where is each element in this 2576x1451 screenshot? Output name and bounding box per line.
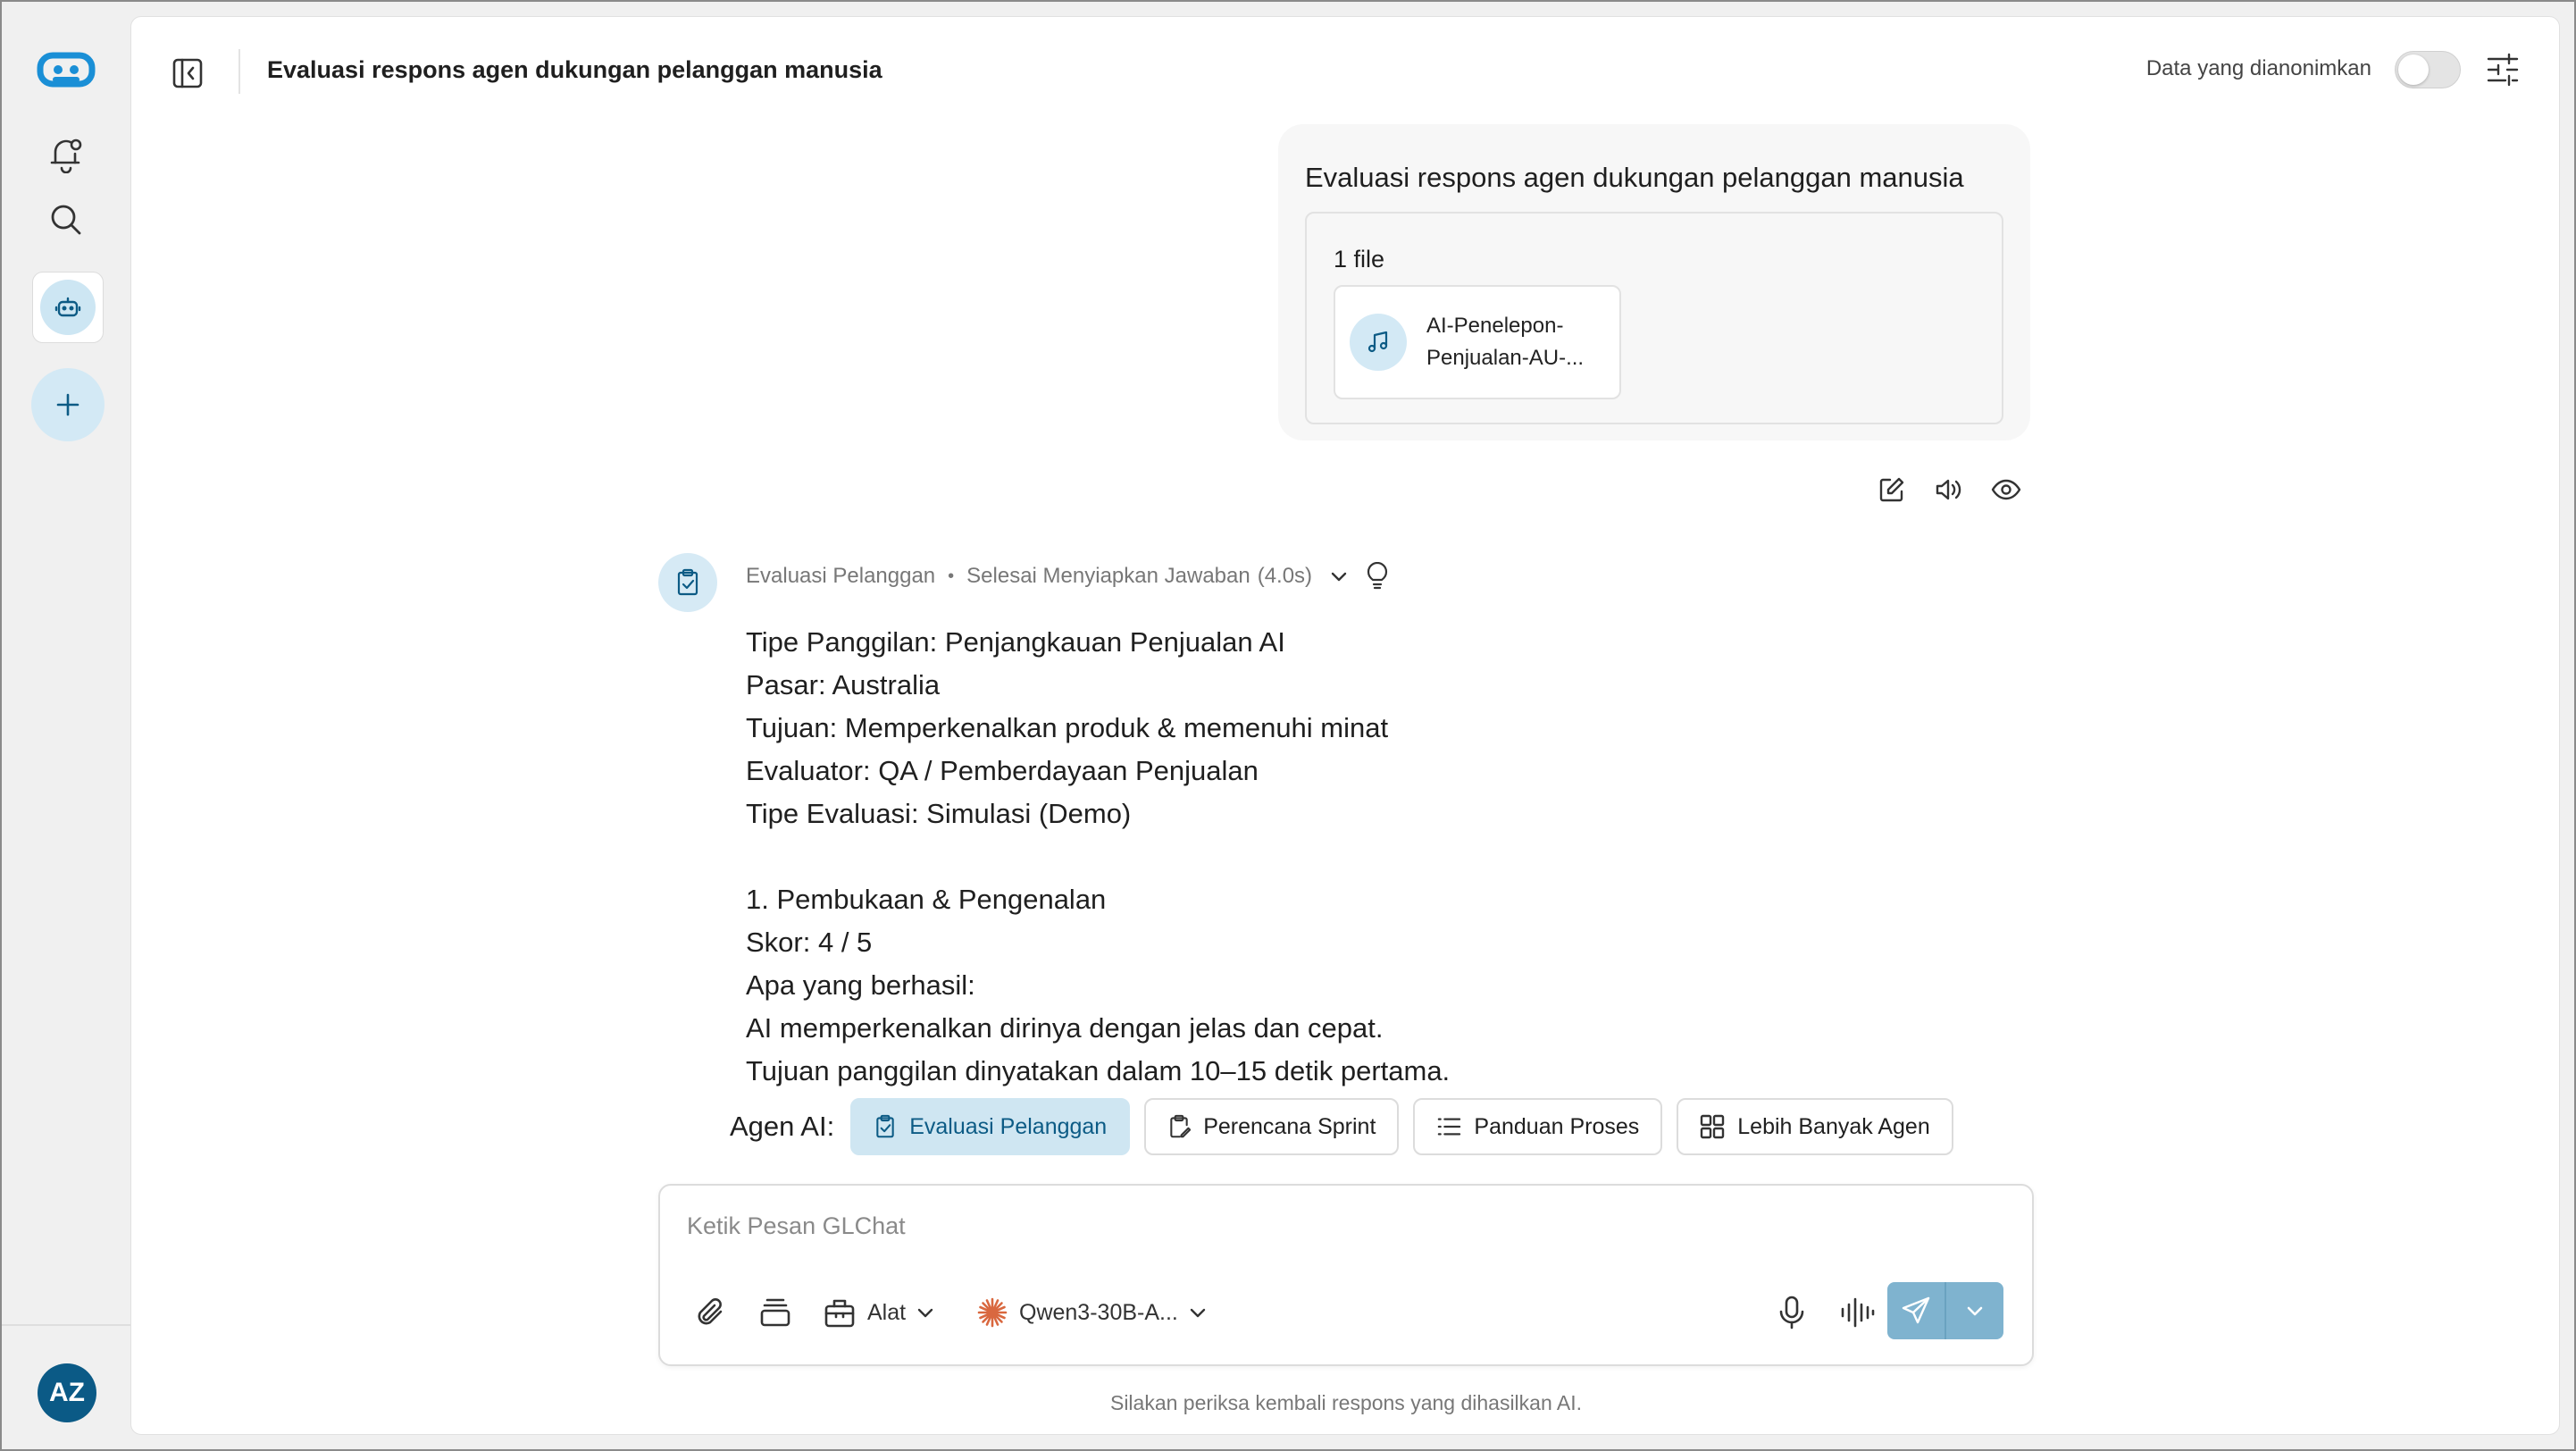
eye-icon[interactable] bbox=[1987, 471, 2025, 508]
agent-nav-button[interactable] bbox=[32, 272, 104, 343]
grid-icon bbox=[1701, 1114, 1725, 1139]
speaker-icon[interactable] bbox=[1930, 471, 1968, 508]
attached-files-panel: 1 file AI-Penelepon-Penjualan-AU-... bbox=[1305, 212, 2003, 424]
send-button-group bbox=[1887, 1282, 2003, 1339]
assistant-meta: Evaluasi Pelanggan • Selesai Menyiapkan … bbox=[746, 562, 1389, 591]
logo-icon[interactable] bbox=[2, 45, 130, 95]
toggle-knob bbox=[2398, 55, 2429, 85]
clipboard-check-icon bbox=[677, 568, 698, 596]
anonymized-data-label: Data yang dianonimkan bbox=[2145, 56, 2371, 80]
meta-separator: • bbox=[948, 566, 955, 586]
response-line: Tipe Panggilan: Penjangkauan Penjualan A… bbox=[746, 626, 1285, 658]
agent-chip-label: Evaluasi Pelanggan bbox=[909, 1113, 1108, 1139]
microphone-icon[interactable] bbox=[1777, 1289, 1807, 1336]
toggle-sidebar-icon[interactable] bbox=[167, 53, 208, 94]
new-chat-button[interactable] bbox=[31, 368, 105, 441]
agent-chip-label: Panduan Proses bbox=[1474, 1113, 1640, 1139]
plus-icon bbox=[56, 393, 79, 416]
clipboard-edit-icon bbox=[1170, 1114, 1192, 1138]
evaluation-agent-avatar bbox=[658, 553, 717, 612]
agent-chip-evaluasi-pelanggan[interactable]: Evaluasi Pelanggan bbox=[850, 1098, 1131, 1155]
page-title: Evaluasi respons agen dukungan pelanggan… bbox=[267, 56, 882, 83]
files-count-label: 1 file bbox=[1334, 246, 1385, 273]
agent-chip-panduan-proses[interactable]: Panduan Proses bbox=[1413, 1098, 1663, 1155]
anonymized-data-toggle[interactable] bbox=[2395, 51, 2461, 88]
message-composer: Alat Qwen3-30B-A... bbox=[658, 1184, 2034, 1366]
agent-icon bbox=[40, 280, 96, 335]
agent-chip-perencana-sprint[interactable]: Perencana Sprint bbox=[1144, 1098, 1400, 1155]
agent-chip-label: Perencana Sprint bbox=[1203, 1113, 1376, 1139]
lightbulb-icon[interactable] bbox=[1366, 562, 1389, 591]
chevron-down-icon bbox=[1190, 1308, 1206, 1318]
response-line: Tujuan: Memperkenalkan produk & memenuhi… bbox=[746, 712, 1389, 743]
chevron-down-icon[interactable] bbox=[1328, 566, 1350, 587]
message-actions bbox=[1873, 471, 2025, 508]
user-avatar[interactable]: AZ bbox=[38, 1363, 96, 1422]
tools-dropdown[interactable]: Alat bbox=[823, 1289, 936, 1336]
tools-label: Alat bbox=[867, 1299, 907, 1325]
send-options-button[interactable] bbox=[1946, 1282, 2003, 1339]
layers-icon[interactable] bbox=[758, 1289, 792, 1336]
response-line: Evaluator: QA / Pemberdayaan Penjualan bbox=[746, 755, 1259, 786]
model-selector[interactable]: Qwen3-30B-A... bbox=[976, 1289, 1209, 1336]
ai-agents-bar: Agen AI: Evaluasi Pelanggan Perencana Sp… bbox=[730, 1098, 1968, 1155]
toolbox-icon bbox=[824, 1299, 855, 1328]
list-icon bbox=[1438, 1118, 1461, 1136]
header-separator bbox=[238, 49, 240, 94]
settings-sliders-icon[interactable] bbox=[2482, 49, 2523, 90]
response-line: Tujuan panggilan dinyatakan dalam 10–15 … bbox=[746, 1055, 1451, 1086]
notification-bell-icon[interactable] bbox=[2, 130, 130, 177]
sidebar: AZ bbox=[2, 2, 130, 1449]
response-line: Tipe Evaluasi: Simulasi (Demo) bbox=[746, 798, 1132, 829]
ai-agents-label: Agen AI: bbox=[730, 1111, 835, 1142]
chevron-down-icon bbox=[1967, 1306, 1983, 1316]
paperclip-icon[interactable] bbox=[694, 1289, 728, 1336]
edit-icon[interactable] bbox=[1873, 471, 1911, 508]
chevron-down-icon bbox=[917, 1308, 933, 1318]
voice-waveform-icon[interactable] bbox=[1839, 1289, 1875, 1336]
agent-chip-lebih-banyak-agen[interactable]: Lebih Banyak Agen bbox=[1677, 1098, 1953, 1155]
response-line bbox=[746, 835, 1996, 878]
message-input[interactable] bbox=[687, 1212, 1937, 1240]
clipboard-check-icon bbox=[876, 1114, 894, 1138]
attached-file-name: AI-Penelepon-Penjualan-AU-... bbox=[1426, 314, 1585, 370]
response-line: Skor: 4 / 5 bbox=[746, 927, 873, 958]
search-icon[interactable] bbox=[2, 197, 130, 243]
sidebar-divider bbox=[2, 1324, 130, 1326]
model-name: Qwen3-30B-A... bbox=[1019, 1299, 1178, 1325]
assistant-duration: (4.0s) bbox=[1257, 564, 1313, 588]
main-panel: Evaluasi respons agen dukungan pelanggan… bbox=[130, 16, 2560, 1435]
user-message-bubble: Evaluasi respons agen dukungan pelanggan… bbox=[1278, 124, 2030, 440]
send-icon bbox=[1902, 1296, 1930, 1324]
response-line: Apa yang berhasil: bbox=[746, 969, 975, 1001]
response-line: Pasar: Australia bbox=[746, 669, 941, 700]
assistant-response: Tipe Panggilan: Penjangkauan Penjualan A… bbox=[746, 621, 1996, 1118]
user-message-text: Evaluasi respons agen dukungan pelanggan… bbox=[1305, 162, 1964, 193]
music-file-icon bbox=[1350, 314, 1407, 371]
model-starburst-icon bbox=[977, 1297, 1008, 1328]
assistant-status: Selesai Menyiapkan Jawaban bbox=[966, 564, 1250, 588]
agent-chip-label: Lebih Banyak Agen bbox=[1737, 1113, 1930, 1139]
response-line: 1. Pembukaan & Pengenalan bbox=[746, 884, 1107, 915]
response-line: AI memperkenalkan dirinya dengan jelas d… bbox=[746, 1012, 1384, 1044]
ai-disclaimer: Silakan periksa kembali respons yang dih… bbox=[1109, 1391, 1582, 1414]
attached-file-card[interactable]: AI-Penelepon-Penjualan-AU-... bbox=[1334, 285, 1621, 399]
assistant-agent-name: Evaluasi Pelanggan bbox=[746, 564, 936, 588]
send-button[interactable] bbox=[1887, 1282, 1946, 1339]
